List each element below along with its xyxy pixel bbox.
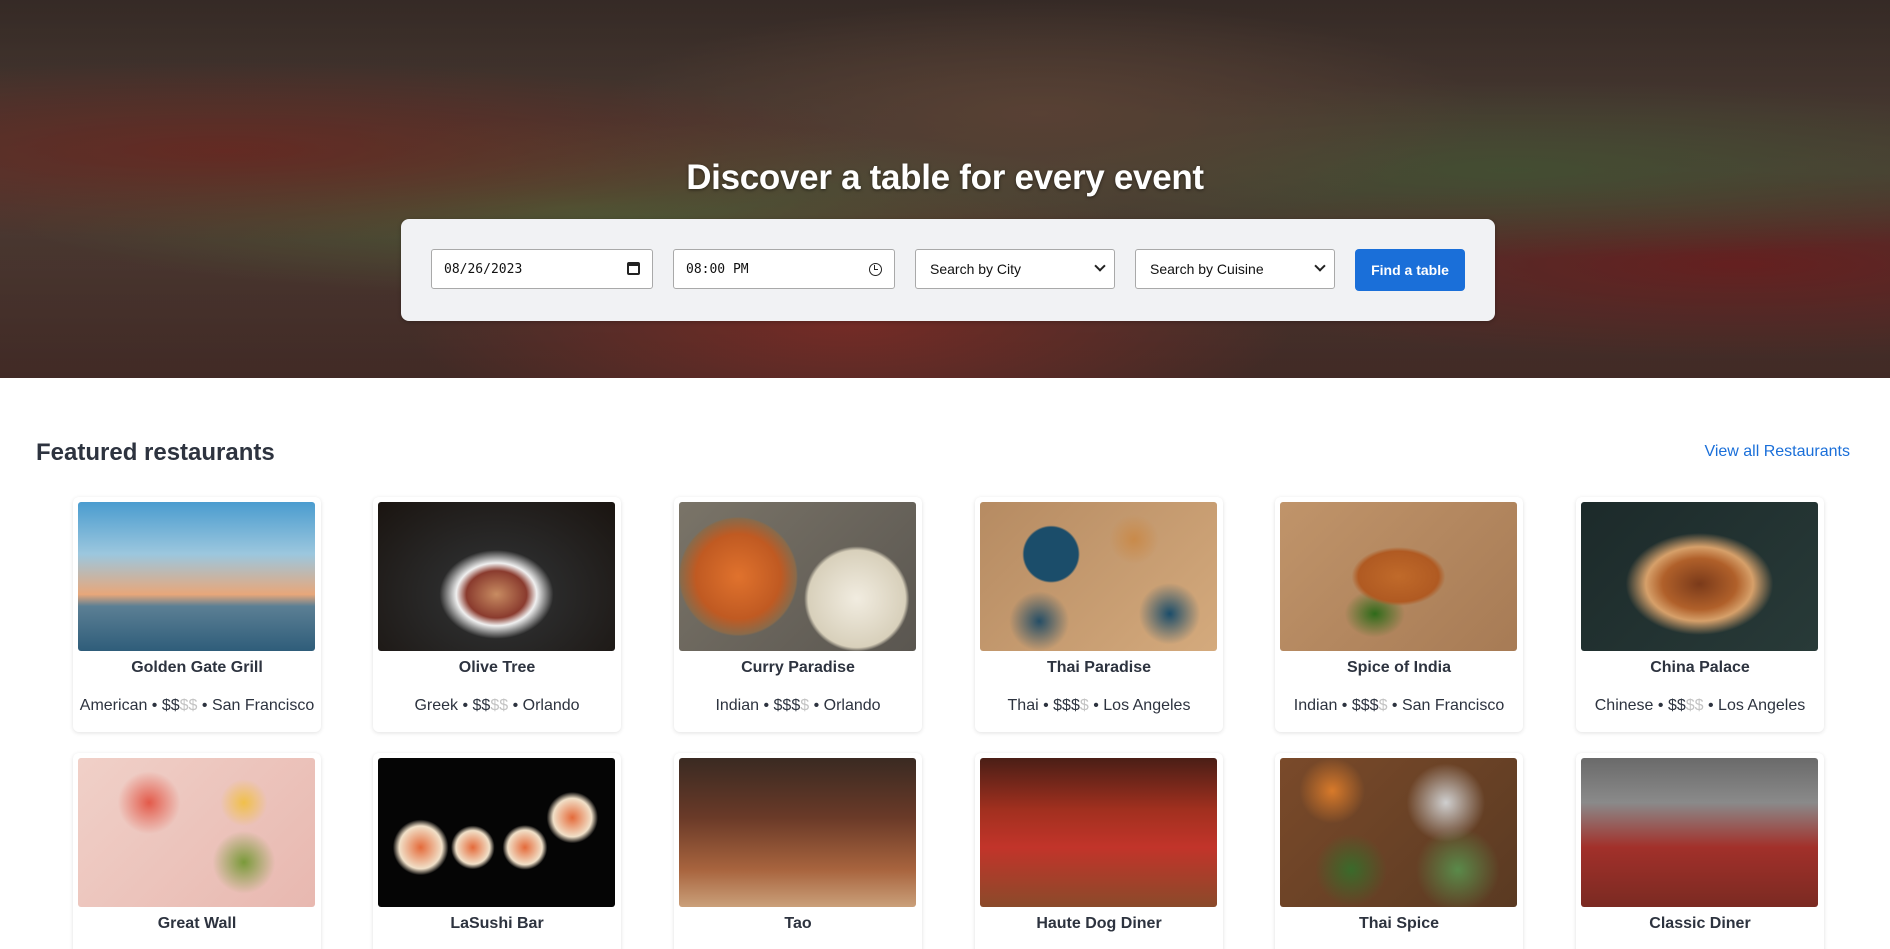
- restaurant-name: Olive Tree: [458, 659, 536, 676]
- restaurant-image: [679, 502, 916, 651]
- price-inactive: $$: [490, 697, 509, 714]
- find-table-button[interactable]: Find a table: [1355, 249, 1465, 291]
- restaurant-name: Golden Gate Grill: [131, 659, 263, 676]
- restaurant-card[interactable]: Golden Gate Grill American • $$$$ • San …: [73, 497, 321, 732]
- calendar-icon[interactable]: [627, 262, 640, 275]
- date-input[interactable]: 08/26/2023: [431, 249, 653, 289]
- restaurant-name: LaSushi Bar: [450, 915, 544, 932]
- price-active: $$$: [1053, 697, 1080, 714]
- hero-banner: Discover a table for every event 08/26/2…: [0, 0, 1890, 378]
- restaurant-image: [980, 758, 1217, 907]
- restaurant-cuisine: American: [79, 697, 148, 714]
- price-active: $$: [472, 697, 491, 714]
- price-inactive: $: [800, 697, 810, 714]
- hero-title: Discover a table for every event: [686, 158, 1204, 197]
- restaurant-name: Thai Paradise: [1046, 659, 1152, 676]
- restaurant-name: Thai Spice: [1358, 915, 1440, 932]
- restaurant-meta: Chinese • $$$$ • Los Angeles: [1594, 697, 1806, 714]
- price-inactive: $$: [179, 697, 198, 714]
- restaurant-name: Great Wall: [157, 915, 237, 932]
- clock-icon[interactable]: [869, 263, 882, 276]
- restaurant-name: Classic Diner: [1649, 915, 1751, 932]
- restaurant-city: Los Angeles: [1718, 697, 1806, 714]
- restaurant-card[interactable]: Thai Paradise Thai • $$$$ • Los Angeles: [975, 497, 1223, 732]
- restaurant-image: [78, 758, 315, 907]
- restaurant-meta: Indian • $$$$ • San Francisco: [1293, 697, 1505, 714]
- cuisine-select[interactable]: Search by Cuisine: [1135, 249, 1335, 289]
- price-inactive: $: [1378, 697, 1388, 714]
- time-value: 08:00: [686, 261, 726, 277]
- restaurant-city: Orlando: [522, 697, 580, 714]
- restaurant-image: [1581, 758, 1818, 907]
- restaurant-meta: Greek • $$$$ • Orlando: [414, 697, 580, 714]
- restaurant-name: China Palace: [1650, 659, 1750, 676]
- restaurant-card[interactable]: LaSushi Bar: [373, 753, 621, 949]
- price-active: $$: [161, 697, 180, 714]
- restaurant-card[interactable]: Haute Dog Diner: [975, 753, 1223, 949]
- search-panel: 08/26/2023 08:00 PM Search by City Searc…: [401, 219, 1495, 321]
- restaurant-cuisine: Greek: [414, 697, 459, 714]
- chevron-down-icon: [1314, 260, 1326, 272]
- price-active: $$$: [1351, 697, 1379, 714]
- restaurant-card[interactable]: Olive Tree Greek • $$$$ • Orlando: [373, 497, 621, 732]
- restaurant-city: Los Angeles: [1103, 697, 1191, 714]
- view-all-restaurants-link[interactable]: View all Restaurants: [1704, 443, 1850, 461]
- restaurant-cuisine: Indian: [1293, 697, 1338, 714]
- restaurant-card[interactable]: Tao: [674, 753, 922, 949]
- restaurant-meta: Thai • $$$$ • Los Angeles: [1007, 697, 1191, 714]
- restaurant-image: [378, 502, 615, 651]
- city-select[interactable]: Search by City: [915, 249, 1115, 289]
- restaurant-image: [1280, 502, 1517, 651]
- restaurant-image: [378, 758, 615, 907]
- city-select-value: Search by City: [930, 261, 1022, 277]
- featured-title: Featured restaurants: [36, 439, 275, 466]
- price-inactive: $$: [1685, 697, 1704, 714]
- cuisine-select-value: Search by Cuisine: [1150, 261, 1264, 277]
- price-active: $$: [1667, 697, 1686, 714]
- time-ampm: PM: [732, 261, 749, 277]
- restaurant-name: Tao: [784, 915, 812, 932]
- restaurant-image: [1280, 758, 1517, 907]
- restaurant-name: Spice of India: [1346, 659, 1451, 676]
- restaurant-card[interactable]: Classic Diner: [1576, 753, 1824, 949]
- restaurant-card[interactable]: Curry Paradise Indian • $$$$ • Orlando: [674, 497, 922, 732]
- price-inactive: $: [1079, 697, 1089, 714]
- date-value: 08/26/2023: [444, 261, 523, 277]
- restaurant-image: [980, 502, 1217, 651]
- restaurant-cuisine: Indian: [715, 697, 760, 714]
- restaurant-city: San Francisco: [1401, 697, 1505, 714]
- chevron-down-icon: [1094, 260, 1106, 272]
- restaurant-image: [679, 758, 916, 907]
- restaurant-meta: Indian • $$$$ • Orlando: [715, 697, 881, 714]
- restaurant-image: [1581, 502, 1818, 651]
- restaurant-card[interactable]: China Palace Chinese • $$$$ • Los Angele…: [1576, 497, 1824, 732]
- restaurant-card[interactable]: Spice of India Indian • $$$$ • San Franc…: [1275, 497, 1523, 732]
- restaurant-card[interactable]: Great Wall: [73, 753, 321, 949]
- restaurant-name: Curry Paradise: [741, 659, 855, 676]
- time-input[interactable]: 08:00 PM: [673, 249, 895, 289]
- restaurant-cuisine: Chinese: [1594, 697, 1654, 714]
- price-active: $$$: [773, 697, 801, 714]
- restaurant-city: San Francisco: [211, 697, 315, 714]
- restaurant-name: Haute Dog Diner: [1036, 915, 1162, 932]
- restaurant-card[interactable]: Thai Spice: [1275, 753, 1523, 949]
- restaurant-meta: American • $$$$ • San Francisco: [79, 697, 315, 714]
- restaurant-image: [78, 502, 315, 651]
- restaurant-cuisine: Thai: [1007, 697, 1039, 714]
- restaurant-city: Orlando: [823, 697, 881, 714]
